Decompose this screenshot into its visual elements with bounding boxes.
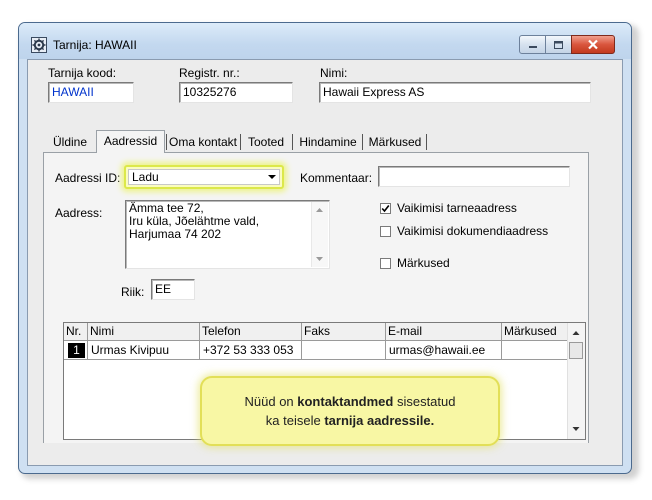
country-field[interactable]: EE — [151, 279, 195, 300]
column-header-notes[interactable]: Märkused — [502, 323, 569, 341]
column-header-email[interactable]: E-mail — [386, 323, 502, 341]
tab-separator — [292, 134, 293, 150]
tab-aadressid[interactable]: Aadressid — [96, 130, 165, 153]
notes-checkbox[interactable] — [380, 258, 391, 269]
address-textarea[interactable]: Ämma tee 72, Iru küla, Jõelähtme vald, H… — [125, 200, 330, 269]
address-label: Aadress: — [55, 206, 103, 220]
address-id-label: Aadressi ID: — [55, 171, 121, 185]
callout-bold-text: tarnija aadressile. — [324, 413, 435, 428]
address-id-value: Ladu — [128, 169, 280, 185]
tab-separator — [240, 134, 241, 150]
registry-number-field[interactable]: 10325276 — [179, 82, 293, 103]
default-delivery-label[interactable]: Vaikimisi tarneaadress — [397, 201, 517, 215]
tab-hindamine[interactable]: Hindamine — [294, 132, 362, 152]
chevron-down-icon[interactable] — [265, 170, 279, 184]
maximize-button[interactable] — [545, 35, 572, 54]
scroll-down-icon[interactable] — [312, 253, 327, 265]
address-line: Harjumaa 74 202 — [129, 227, 222, 241]
country-label: Riik: — [121, 285, 145, 299]
registry-number-label: Registr. nr.: — [179, 66, 240, 80]
scroll-down-icon[interactable] — [568, 422, 584, 436]
minimize-icon — [528, 45, 537, 48]
name-cell[interactable]: Urmas Kivipuu — [88, 341, 200, 360]
supplier-code-label: Tarnija kood: — [48, 66, 117, 80]
supplier-code-field[interactable]: HAWAII — [48, 82, 134, 103]
notes-label[interactable]: Märkused — [397, 256, 450, 270]
close-icon — [588, 39, 598, 50]
name-field[interactable]: Hawaii Express AS — [319, 82, 591, 103]
default-document-label[interactable]: Vaikimisi dokumendiaadress — [397, 224, 548, 238]
callout-line-2: ka teisele tarnija aadressile. — [202, 411, 498, 430]
window-title: Tarnija: HAWAII — [53, 38, 137, 52]
scroll-up-icon[interactable] — [312, 204, 327, 216]
address-scrollbar[interactable] — [311, 202, 328, 267]
column-header-nr[interactable]: Nr. — [64, 323, 88, 341]
callout-text: sisestatud — [393, 394, 456, 409]
callout-text: Nüüd on — [244, 394, 298, 409]
tab-separator — [426, 134, 427, 150]
comment-field[interactable] — [378, 166, 570, 187]
row-number: 1 — [68, 343, 85, 358]
column-header-fax[interactable]: Faks — [302, 323, 386, 341]
maximize-icon — [554, 40, 563, 49]
address-id-dropdown[interactable]: Ladu — [124, 165, 284, 189]
tab-markused[interactable]: Märkused — [363, 132, 427, 152]
column-header-phone[interactable]: Telefon — [200, 323, 302, 341]
phone-cell[interactable]: +372 53 333 053 — [200, 341, 302, 360]
default-document-checkbox[interactable] — [380, 226, 391, 237]
tab-oma-kontakt[interactable]: Oma kontakt — [167, 132, 239, 152]
minimize-button[interactable] — [519, 35, 546, 54]
email-cell[interactable]: urmas@hawaii.ee — [386, 341, 502, 360]
tab-tooted[interactable]: Tooted — [242, 132, 290, 152]
callout-bold-text: kontaktandmed — [297, 394, 394, 409]
column-header-name[interactable]: Nimi — [88, 323, 200, 341]
row-number-cell[interactable]: 1 — [64, 341, 88, 360]
name-label: Nimi: — [320, 66, 348, 80]
scroll-thumb[interactable] — [569, 342, 583, 359]
checkmark-icon — [381, 205, 390, 213]
scroll-up-icon[interactable] — [568, 326, 584, 340]
title-bar[interactable]: Tarnija: HAWAII — [19, 23, 631, 59]
gear-icon — [31, 37, 47, 53]
default-delivery-checkbox[interactable] — [380, 203, 391, 214]
close-button[interactable] — [571, 35, 615, 54]
fax-cell[interactable] — [302, 341, 386, 360]
tab-uldine[interactable]: Üldine — [50, 132, 90, 152]
callout-line-1: Nüüd on kontaktandmed sisestatud — [202, 392, 498, 411]
instruction-callout: Nüüd on kontaktandmed sisestatud ka teis… — [200, 376, 500, 446]
notes-cell[interactable] — [502, 341, 569, 360]
callout-text: ka teisele — [265, 413, 325, 428]
table-scrollbar[interactable] — [567, 323, 585, 439]
comment-label: Kommentaar: — [300, 171, 373, 185]
